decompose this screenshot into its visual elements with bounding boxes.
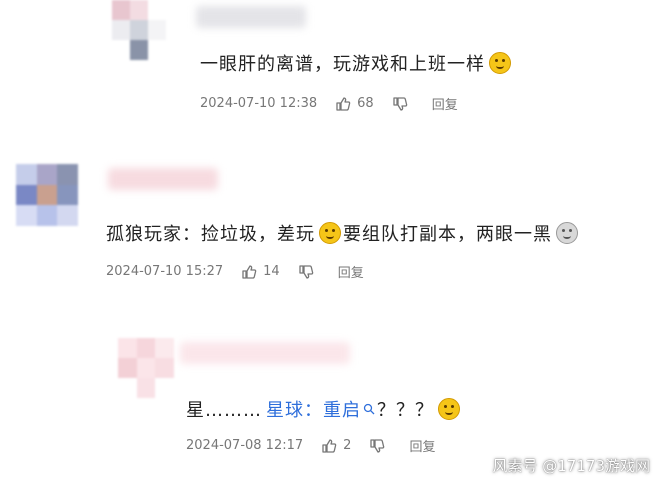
thumbs-down-icon: [299, 264, 313, 279]
comment-meta: 2024-07-10 12:38 68 回复: [200, 94, 476, 113]
comment-text: 星……… 星球：重启 ？？？: [186, 396, 460, 422]
comment-text-part-1: 孤狼玩家：捡垃圾，差玩: [106, 224, 315, 245]
grinning-sweat-emoji: [489, 52, 511, 74]
like-count: 2: [343, 438, 352, 453]
thumbs-down-icon: [393, 96, 407, 111]
avatar[interactable]: [112, 0, 166, 60]
like-button[interactable]: 68: [335, 96, 374, 112]
watermark: 风素号 @17173游戏网: [492, 457, 651, 475]
like-button[interactable]: 14: [241, 264, 280, 280]
like-count: 68: [357, 96, 374, 111]
comment-text-prefix: 星………: [186, 400, 262, 421]
like-button[interactable]: 2: [321, 438, 351, 454]
username-blurred[interactable]: [180, 342, 350, 364]
reply-button[interactable]: 回复: [432, 94, 458, 113]
username-blurred[interactable]: [108, 168, 218, 190]
avatar[interactable]: [16, 164, 78, 226]
comment-2: 孤狼玩家：捡垃圾，差玩 要组队打副本，两眼一黑 2024-07-10 15:27…: [0, 140, 660, 290]
username-blurred[interactable]: [196, 6, 306, 28]
comment-meta: 2024-07-08 12:17 2 回复: [186, 436, 453, 455]
shocked-emoji: [319, 222, 341, 244]
reply-button[interactable]: 回复: [409, 436, 435, 455]
timestamp: 2024-07-10 15:27: [106, 264, 224, 279]
thumbs-up-icon: [322, 438, 337, 453]
comment-text: 一眼肝的离谱，玩游戏和上班一样: [200, 50, 511, 76]
dizzy-emoji: [556, 222, 578, 244]
comment-1: 一眼肝的离谱，玩游戏和上班一样 2024-07-10 12:38 68 回复: [0, 0, 660, 130]
timestamp: 2024-07-08 12:17: [186, 438, 304, 453]
thumbs-up-icon: [242, 264, 257, 279]
comment-text: 孤狼玩家：捡垃圾，差玩 要组队打副本，两眼一黑: [106, 220, 578, 246]
like-count: 14: [263, 264, 280, 279]
dislike-button[interactable]: [392, 96, 414, 112]
search-icon[interactable]: [363, 403, 375, 415]
comment-text-suffix: ？？？: [377, 400, 434, 421]
thumbs-up-icon: [336, 96, 351, 111]
mention-link[interactable]: 星球：重启: [266, 396, 361, 422]
dislike-button[interactable]: [369, 438, 391, 454]
avatar[interactable]: [118, 338, 174, 398]
comment-text-content: 一眼肝的离谱，玩游戏和上班一样: [200, 54, 485, 75]
awkward-emoji: [438, 398, 460, 420]
comment-text-part-2: 要组队打副本，两眼一黑: [343, 224, 552, 245]
reply-button[interactable]: 回复: [338, 262, 364, 281]
dislike-button[interactable]: [298, 264, 320, 280]
timestamp: 2024-07-10 12:38: [200, 96, 318, 111]
comment-meta: 2024-07-10 15:27 14 回复: [106, 262, 382, 281]
thumbs-down-icon: [370, 438, 385, 453]
